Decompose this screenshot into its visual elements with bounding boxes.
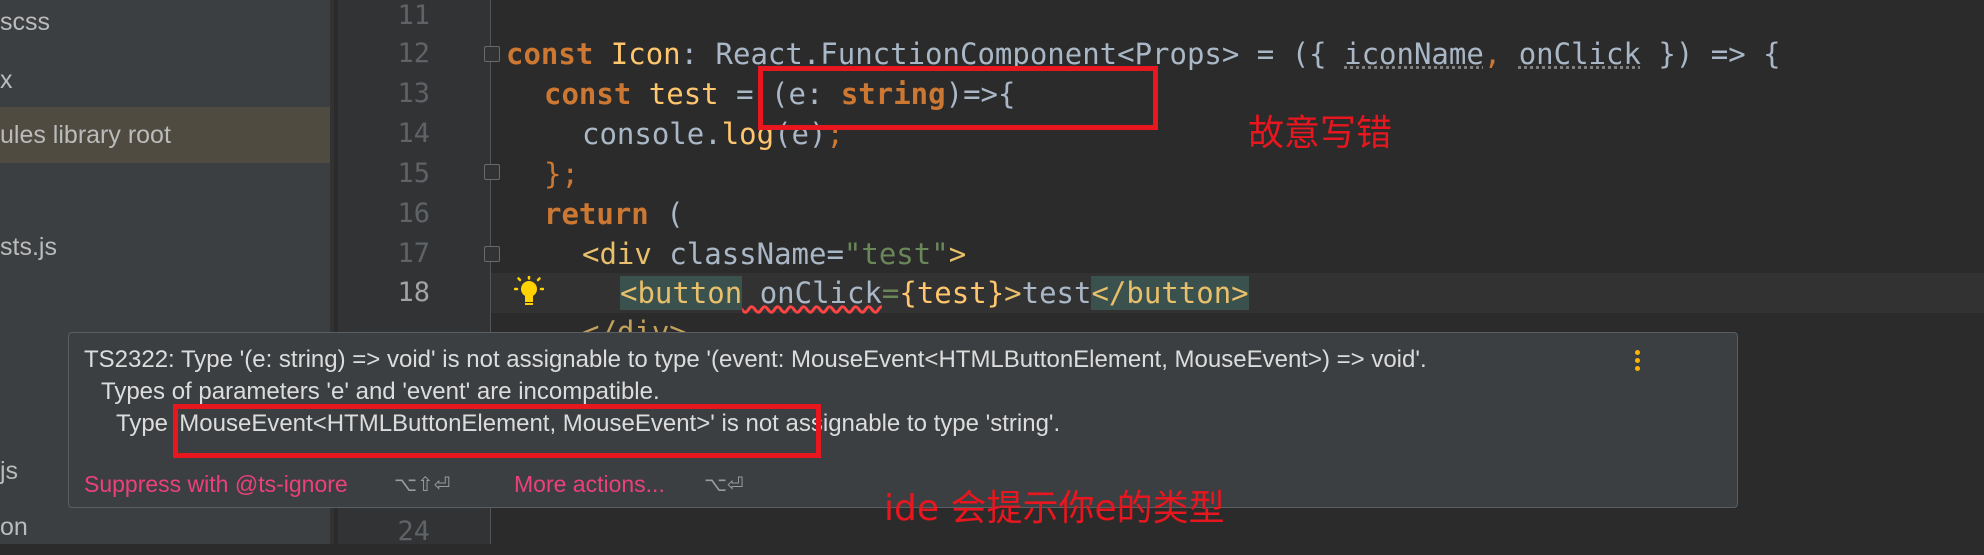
line-number: 17 <box>397 238 430 269</box>
lightbulb-icon[interactable] <box>514 276 544 310</box>
tree-item[interactable]: sts.js <box>0 219 334 275</box>
annotation-box-type <box>173 404 821 458</box>
tree-item-label: js <box>0 457 19 485</box>
fold-icon[interactable] <box>484 46 500 62</box>
tree-item[interactable]: scss <box>0 0 334 50</box>
line-number: 24 <box>397 516 430 547</box>
tree-item-label: on <box>0 513 28 541</box>
tree-item[interactable]: x <box>0 52 334 108</box>
code-line-18: <button onClick={test}>test</button> <box>620 276 1249 310</box>
line-number: 15 <box>397 158 430 189</box>
tree-item-label: scss <box>0 8 50 36</box>
suppress-ts-ignore-link[interactable]: Suppress with @ts-ignore <box>84 471 348 498</box>
suppress-shortcut: ⌥⇧⏎ <box>394 472 451 496</box>
line-number: 13 <box>397 78 430 109</box>
tree-item-label: sts.js <box>0 233 57 261</box>
fold-icon[interactable] <box>484 246 500 262</box>
tree-item-selected[interactable]: ules library root <box>0 107 334 163</box>
code-line-17: <div className="test"> <box>582 237 967 271</box>
fold-icon[interactable] <box>484 164 500 180</box>
line-number: 16 <box>397 198 430 229</box>
line-number-current: 18 <box>397 277 430 308</box>
code-line-16: return ( <box>544 197 684 231</box>
tree-item-label: ules library root <box>0 121 171 149</box>
annotation-box-param <box>758 66 1158 130</box>
tree-item-label: x <box>0 66 13 94</box>
error-message-line1: TS2322: Type '(e: string) => void' is no… <box>84 346 1427 373</box>
more-actions-link[interactable]: More actions... <box>514 471 665 498</box>
line-number: 12 <box>397 38 430 69</box>
code-line-15: }; <box>544 157 579 191</box>
line-number: 11 <box>397 0 430 31</box>
annotation-note-ide-hint: ide 会提示你e的类型 <box>884 488 1225 529</box>
line-number: 14 <box>397 118 430 149</box>
annotation-note-intentional-error: 故意写错 <box>1248 113 1393 154</box>
error-message-line2: Types of parameters 'e' and 'event' are … <box>101 378 660 405</box>
more-actions-shortcut: ⌥⏎ <box>704 472 744 496</box>
kebab-menu-icon[interactable] <box>1632 348 1642 374</box>
